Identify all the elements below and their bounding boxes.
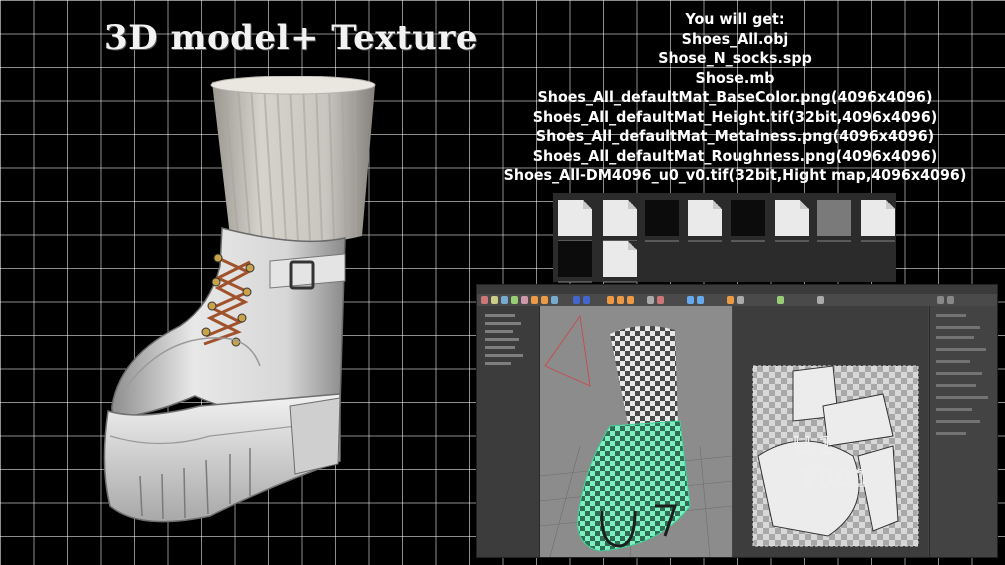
attribute-row[interactable] <box>936 360 970 363</box>
outliner-item[interactable] <box>485 314 515 317</box>
outliner-item[interactable] <box>485 338 519 341</box>
uv-tile-number: 1001 <box>801 467 873 492</box>
boot-upper-shape <box>111 227 346 418</box>
file-thumbnail-icon[interactable] <box>731 200 765 242</box>
file-item: Shoes_All_defaultMat_Roughness.png(4096x… <box>532 146 938 165</box>
file-thumbnail-icon[interactable] <box>603 241 637 283</box>
3d-viewport[interactable] <box>540 306 732 557</box>
file-thumbnail-icon[interactable] <box>558 241 592 283</box>
editor-screenshot: U 1 1001 <box>476 284 998 558</box>
tool-icon[interactable] <box>531 296 538 304</box>
file-item: Shose_N_socks.spp <box>658 49 812 67</box>
outliner-item[interactable] <box>485 330 513 333</box>
uv-editor-panel[interactable]: U 1 1001 <box>733 306 928 557</box>
file-thumbnail-icon[interactable] <box>558 200 592 242</box>
outliner-item[interactable] <box>485 322 521 325</box>
file-thumbnail-icon[interactable] <box>645 200 679 242</box>
toolbar <box>477 294 997 306</box>
file-thumbnail-icon[interactable] <box>775 200 809 242</box>
tool-icon[interactable] <box>687 296 694 304</box>
headline-title: 3D model+ Texture <box>104 18 479 58</box>
attribute-row[interactable] <box>936 396 988 399</box>
file-item: Shoes_All-DM4096_u0_v0.tif(32bit,Hight m… <box>503 166 967 184</box>
tool-icon[interactable] <box>551 296 558 304</box>
deliverables-heading: You will get: <box>685 10 785 28</box>
file-thumbnail-icon[interactable] <box>817 200 851 242</box>
attribute-row[interactable] <box>936 372 982 375</box>
tool-icon[interactable] <box>481 296 488 304</box>
attribute-editor-panel <box>929 306 997 557</box>
attribute-row[interactable] <box>936 432 966 435</box>
deliverables-list: You will get: Shoes_All.obj Shose_N_sock… <box>491 10 979 186</box>
tool-icon[interactable] <box>627 296 634 304</box>
outliner-item[interactable] <box>485 362 511 365</box>
tool-icon[interactable] <box>501 296 508 304</box>
tool-icon[interactable] <box>607 296 614 304</box>
file-item: Shoes_All_defaultMat_BaseColor.png(4096x… <box>537 88 933 106</box>
tool-icon[interactable] <box>617 296 624 304</box>
file-thumbnails-panel <box>553 193 896 283</box>
tool-icon[interactable] <box>777 296 784 304</box>
attribute-row[interactable] <box>936 420 980 423</box>
uv-tile-label: U 1 <box>793 432 833 460</box>
tool-icon[interactable] <box>521 296 528 304</box>
boot-render-image <box>103 76 376 523</box>
tool-icon[interactable] <box>697 296 704 304</box>
tool-icon[interactable] <box>511 296 518 304</box>
file-thumbnail-icon[interactable] <box>861 200 895 242</box>
tool-icon[interactable] <box>491 296 498 304</box>
outliner-panel <box>477 306 540 557</box>
file-item: Shoes_All_defaultMat_Height.tif(32bit,40… <box>532 107 938 126</box>
tool-icon[interactable] <box>817 296 824 304</box>
tool-icon[interactable] <box>727 296 734 304</box>
file-item: Shoes_All.obj <box>681 29 789 48</box>
outliner-item[interactable] <box>485 346 515 349</box>
attribute-row[interactable] <box>936 314 966 317</box>
attribute-row[interactable] <box>936 326 980 329</box>
outliner-item[interactable] <box>485 354 523 357</box>
attribute-row[interactable] <box>936 408 972 411</box>
tool-icon[interactable] <box>937 296 944 304</box>
tool-icon[interactable] <box>657 296 664 304</box>
menu-bar <box>477 285 997 294</box>
tool-icon[interactable] <box>541 296 548 304</box>
file-thumbnail-icon[interactable] <box>688 200 722 242</box>
attribute-row[interactable] <box>936 336 974 339</box>
attribute-row[interactable] <box>936 348 986 351</box>
tool-icon[interactable] <box>947 296 954 304</box>
file-thumbnail-icon[interactable] <box>603 200 637 242</box>
file-item: Shoes_All_defaultMat_Metalness.png(4096x… <box>535 127 935 145</box>
attribute-row[interactable] <box>936 384 976 387</box>
tool-icon[interactable] <box>583 296 590 304</box>
tool-icon[interactable] <box>647 296 654 304</box>
file-item: Shose.mb <box>695 68 775 87</box>
tool-icon[interactable] <box>573 296 580 304</box>
tool-icon[interactable] <box>737 296 744 304</box>
